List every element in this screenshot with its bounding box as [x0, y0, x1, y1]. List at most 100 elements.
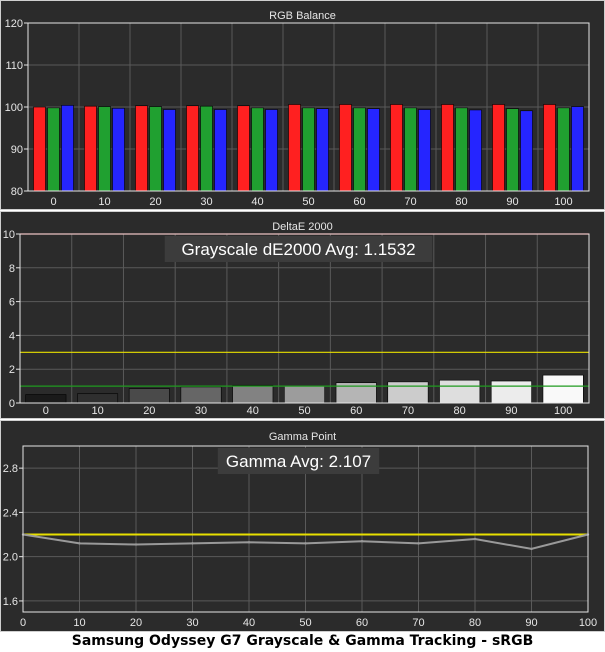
charts-stage: RGB Balance 80 90 100 110 120 0 10 20 30 40 50 60 70 8…: [0, 0, 605, 632]
bar-red: [492, 104, 505, 192]
bar-deltae: [180, 386, 222, 404]
gamma-point: [473, 537, 477, 541]
bar-blue: [112, 107, 125, 192]
x-tick-label: 50: [302, 196, 314, 208]
bar-deltae: [128, 388, 170, 404]
bar-blue: [214, 109, 227, 192]
x-tick-label: 100: [554, 196, 572, 208]
annotation-text: Gamma Avg: 2.107: [226, 452, 371, 471]
bar-red: [288, 104, 301, 192]
figure-caption: Samsung Odyssey G7 Grayscale & Gamma Tra…: [71, 633, 534, 649]
bar-green: [47, 107, 60, 192]
bar-red: [33, 106, 46, 192]
bar-green: [98, 106, 111, 192]
x-tick-label: 80: [454, 405, 466, 417]
x-tick-label: 0: [43, 405, 49, 417]
bar-red: [441, 104, 454, 192]
x-tick-label: 20: [130, 617, 142, 629]
x-tick-label: 40: [247, 405, 259, 417]
bar-green: [149, 106, 162, 192]
x-tick-label: 100: [579, 617, 597, 629]
y-tick-label: 90: [11, 144, 23, 156]
bar-green: [353, 107, 366, 192]
bar-green: [404, 107, 417, 192]
bar-deltae: [387, 381, 429, 404]
y-tick-label: 110: [5, 60, 23, 72]
bar-blue: [367, 108, 380, 192]
chart-title: RGB Balance: [269, 10, 336, 22]
bar-red: [135, 105, 148, 192]
calibration-charts: RGB Balance80901001101200 10 20 30 40 50 60 70 8…: [0, 0, 605, 632]
x-tick-label: 30: [195, 405, 207, 417]
bar-red: [186, 105, 199, 192]
y-tick-label: 2.8: [3, 463, 18, 475]
gamma-point: [247, 541, 251, 544]
y-tick-label: 4: [9, 330, 15, 342]
bar-blue: [265, 109, 278, 192]
bar-red: [543, 104, 556, 192]
bar-green: [302, 107, 315, 192]
y-tick-label: 1.6: [3, 596, 18, 608]
x-tick-label: 40: [251, 196, 263, 208]
bar-deltae: [439, 379, 481, 404]
bar-blue: [469, 109, 482, 192]
bar-green: [200, 105, 213, 192]
x-tick-label: 20: [143, 405, 155, 417]
x-tick-label: 10: [73, 617, 85, 629]
bar-deltae: [25, 394, 67, 404]
y-tick-label: 2.4: [3, 507, 18, 519]
bar-red: [237, 105, 250, 192]
gamma-point: [304, 542, 307, 545]
x-tick-label: 70: [404, 196, 416, 208]
x-tick-label: 100: [554, 405, 572, 417]
x-tick-label: 90: [525, 617, 537, 629]
x-tick-label: 80: [455, 196, 467, 208]
bar-green: [251, 107, 264, 192]
x-tick-label: 70: [402, 405, 414, 417]
x-tick-label: 90: [505, 405, 517, 417]
x-tick-label: 30: [186, 617, 198, 629]
x-tick-label: 10: [98, 196, 110, 208]
x-tick-label: 60: [356, 617, 368, 629]
bar-green: [455, 107, 468, 192]
y-tick-label: 120: [5, 18, 23, 30]
gamma-point: [78, 542, 81, 545]
x-tick-label: 20: [149, 196, 161, 208]
x-tick-label: 10: [91, 405, 103, 417]
y-tick-label: 8: [9, 263, 15, 275]
y-tick-label: 10: [3, 229, 15, 241]
x-tick-label: 60: [353, 196, 365, 208]
gamma-point: [530, 547, 533, 551]
x-tick-label: 90: [506, 196, 518, 208]
x-tick-label: 50: [299, 617, 311, 629]
y-tick-label: 2: [9, 364, 15, 376]
y-tick-label: 80: [11, 186, 23, 198]
y-tick-label: 6: [9, 297, 15, 309]
gamma-point: [191, 542, 194, 545]
chart-title: Gamma Point: [269, 431, 336, 443]
x-tick-label: 80: [469, 617, 481, 629]
annotation-text: Grayscale dE2000 Avg: 1.1532: [181, 240, 415, 259]
bar-blue: [520, 110, 533, 192]
chart-title: DeltaE 2000: [272, 221, 333, 233]
y-tick-label: 100: [5, 102, 23, 114]
x-tick-label: 70: [412, 617, 424, 629]
bar-deltae: [490, 380, 532, 404]
bar-deltae: [77, 393, 119, 404]
bar-green: [557, 107, 570, 192]
bar-red: [390, 104, 403, 192]
bar-blue: [61, 105, 74, 192]
gamma-point: [417, 542, 420, 545]
x-tick-label: 60: [350, 405, 362, 417]
x-tick-label: 30: [200, 196, 212, 208]
y-tick-label: 0: [9, 398, 15, 410]
bar-blue: [571, 106, 584, 192]
y-tick-label: 2.0: [3, 552, 18, 564]
bar-green: [506, 108, 519, 192]
bar-deltae: [284, 385, 325, 404]
gamma-point: [360, 539, 364, 543]
bar-deltae: [232, 384, 274, 404]
x-tick-label: 0: [50, 196, 56, 208]
bar-deltae: [542, 374, 584, 404]
x-tick-label: 50: [298, 405, 310, 417]
